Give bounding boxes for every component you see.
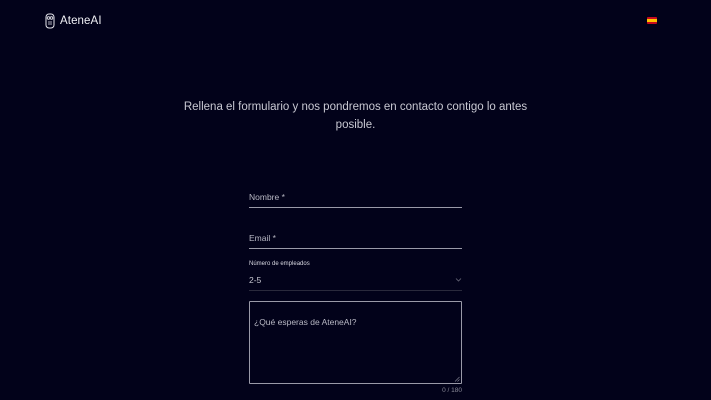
employees-label: Número de empleados — [249, 261, 310, 267]
owl-logo-icon — [45, 13, 55, 29]
email-field[interactable]: Email * — [249, 221, 462, 249]
name-field[interactable]: Nombre * — [249, 180, 462, 208]
resize-handle-icon[interactable] — [454, 376, 460, 382]
message-placeholder: ¿Qué esperas de AteneAI? — [254, 317, 357, 327]
brand-name: AteneAI — [60, 15, 102, 27]
employees-value: 2-5 — [249, 275, 262, 285]
spain-flag-icon[interactable] — [647, 17, 657, 24]
email-input[interactable] — [249, 221, 462, 248]
chevron-down-icon — [455, 278, 462, 282]
brand-logo[interactable]: AteneAI — [45, 12, 102, 30]
header: AteneAI — [0, 0, 711, 42]
message-textarea[interactable]: ¿Qué esperas de AteneAI? — [249, 301, 462, 384]
employees-select[interactable]: Número de empleados 2-5 — [249, 261, 462, 291]
char-counter: 0 / 180 — [442, 387, 462, 394]
intro-text: Rellena el formulario y nos pondremos en… — [183, 101, 528, 131]
name-input[interactable] — [249, 180, 462, 207]
